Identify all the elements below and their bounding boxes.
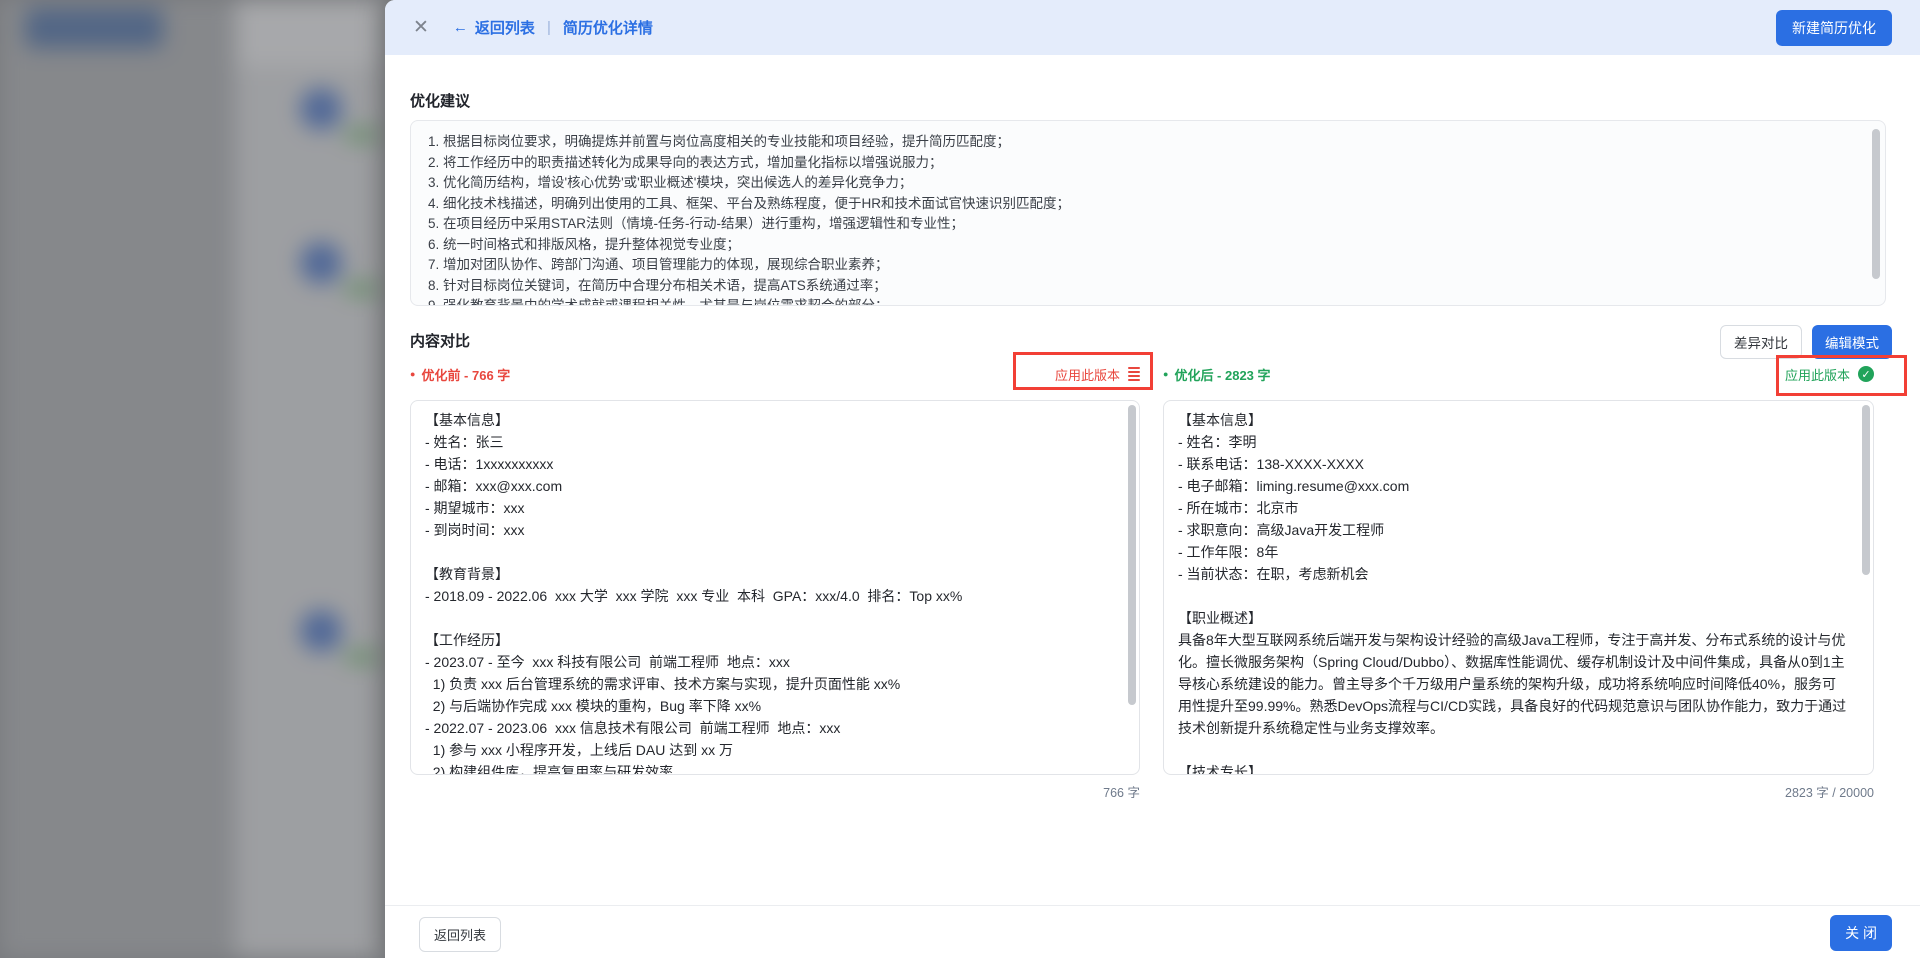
suggestion-item: 8. 针对目标岗位关键词，在简历中合理分布相关术语，提高ATS系统通过率； <box>428 276 1859 297</box>
footer-divider <box>385 905 1920 906</box>
topbar-separator: | <box>547 19 551 36</box>
close-icon[interactable]: ✕ <box>413 18 429 37</box>
after-content-textarea[interactable]: 【基本信息】 - 姓名：李明 - 联系电话：138-XXXX-XXXX - 电子… <box>1163 400 1874 775</box>
suggestions-heading: 优化建议 <box>410 90 470 111</box>
new-optimization-button[interactable]: 新建简历优化 <box>1776 10 1892 46</box>
comparison-heading: 内容对比 <box>410 330 470 351</box>
suggestion-item: 4. 细化技术栈描述，明确列出使用的工具、框架、平台及熟练程度，便于HR和技术面… <box>428 194 1859 215</box>
before-scrollbar[interactable] <box>1128 405 1136 705</box>
after-version-label: ● 优化后 - 2823 字 <box>1163 365 1271 384</box>
list-icon <box>1128 367 1140 381</box>
back-to-list-link[interactable]: ← 返回列表 <box>453 17 535 38</box>
check-circle-icon: ✓ <box>1858 366 1874 382</box>
before-content-textarea[interactable]: 【基本信息】 - 姓名：张三 - 电话：1xxxxxxxxxx - 邮箱：xxx… <box>410 400 1140 775</box>
resume-optimization-detail-modal: ✕ ← 返回列表 | 简历优化详情 新建简历优化 优化建议 1. 根据目标岗位要… <box>385 0 1920 958</box>
suggestion-item: 6. 统一时间格式和排版风格，提升整体视觉专业度； <box>428 235 1859 256</box>
suggestions-list: 1. 根据目标岗位要求，明确提炼并前置与岗位高度相关的专业技能和项目经验，提升简… <box>411 121 1885 306</box>
back-arrow-icon: ← <box>453 19 468 36</box>
after-char-counter: 2823 字 / 20000 <box>1163 782 1874 801</box>
before-column-header: ● 优化前 - 766 字 应用此版本 <box>410 360 1140 388</box>
back-link-label: 返回列表 <box>475 17 535 38</box>
suggestion-item: 7. 增加对团队协作、跨部门沟通、项目管理能力的体现，展现综合职业素养； <box>428 255 1859 276</box>
after-column-header: ● 优化后 - 2823 字 应用此版本 ✓ <box>1163 360 1874 388</box>
before-version-label: ● 优化前 - 766 字 <box>410 365 510 384</box>
diff-mode-button[interactable]: 差异对比 <box>1720 325 1802 359</box>
before-char-counter: 766 字 <box>410 782 1140 801</box>
suggestion-item: 1. 根据目标岗位要求，明确提炼并前置与岗位高度相关的专业技能和项目经验，提升简… <box>428 132 1859 153</box>
suggestions-box[interactable]: 1. 根据目标岗位要求，明确提炼并前置与岗位高度相关的专业技能和项目经验，提升简… <box>410 120 1886 306</box>
suggestions-scrollbar[interactable] <box>1872 129 1880 279</box>
apply-before-version-link[interactable]: 应用此版本 <box>1055 365 1140 384</box>
before-dot-icon: ● <box>410 369 415 379</box>
footer-back-button[interactable]: 返回列表 <box>419 917 501 952</box>
modal-topbar: ✕ ← 返回列表 | 简历优化详情 新建简历优化 <box>385 0 1920 55</box>
suggestion-item: 3. 优化简历结构，增设'核心优势'或'职业概述'模块，突出候选人的差异化竞争力… <box>428 173 1859 194</box>
after-dot-icon: ● <box>1163 369 1168 379</box>
apply-after-version-link[interactable]: 应用此版本 ✓ <box>1785 365 1874 384</box>
suggestion-item: 9. 强化教育背景中的学术成就或课程相关性，尤其是与岗位需求契合的部分； <box>428 296 1859 306</box>
after-scrollbar[interactable] <box>1862 405 1870 575</box>
footer-close-button[interactable]: 关 闭 <box>1830 915 1892 951</box>
edit-mode-button[interactable]: 编辑模式 <box>1812 325 1892 359</box>
comparison-mode-buttons: 差异对比 编辑模式 <box>1720 325 1892 359</box>
page-title: 简历优化详情 <box>563 17 653 38</box>
suggestion-item: 5. 在项目经历中采用STAR法则（情境-任务-行动-结果）进行重构，增强逻辑性… <box>428 214 1859 235</box>
suggestion-item: 2. 将工作经历中的职责描述转化为成果导向的表达方式，增加量化指标以增强说服力； <box>428 153 1859 174</box>
